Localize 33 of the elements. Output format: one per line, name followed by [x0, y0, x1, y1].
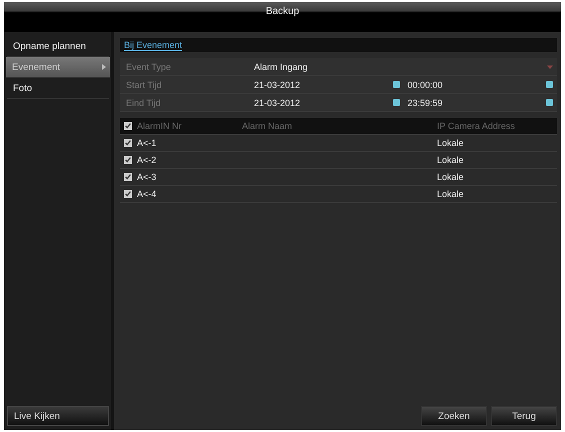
table-cell-text: A<-4 [137, 189, 158, 199]
event-type-dropdown[interactable]: Alarm Ingang [254, 62, 557, 72]
sidebar-item[interactable]: Foto [7, 78, 109, 99]
checkbox[interactable] [124, 122, 132, 130]
field-label: Event Type [125, 62, 172, 72]
dropdown-arrow-icon [547, 64, 553, 70]
date-field[interactable]: 21-03-2012 [254, 98, 404, 108]
checkbox[interactable] [124, 139, 132, 147]
checkbox[interactable] [124, 190, 132, 198]
date-field[interactable]: 21-03-2012 [254, 80, 404, 90]
sidebar-item[interactable]: Evenement [6, 57, 110, 78]
table-cell-text: Lokale [437, 138, 465, 148]
action-button[interactable]: Terug [491, 406, 557, 426]
checkbox[interactable] [124, 156, 132, 164]
field-label: Eind Tijd [125, 98, 162, 108]
live-view-button[interactable]: Live Kijken [7, 406, 109, 426]
action-button[interactable]: Zoeken [421, 406, 487, 426]
column-header: IP Camera Address [437, 120, 516, 132]
table-cell-text: A<-2 [137, 155, 158, 165]
window-title: Backup [266, 6, 300, 17]
column-header: Alarm Naam [242, 120, 294, 132]
tab[interactable]: Bij Evenement [124, 40, 182, 50]
time-field[interactable]: 23:59:59 [404, 98, 557, 108]
field-label: Start Tijd [125, 80, 163, 90]
column-header: AlarmIN Nr [137, 120, 182, 132]
table-cell-text: Lokale [437, 189, 465, 199]
caret-icon [102, 64, 106, 70]
table-cell-text: Lokale [437, 172, 465, 182]
checkbox[interactable] [124, 173, 132, 181]
table-cell-text: A<-1 [137, 138, 158, 148]
table-cell-text: Lokale [437, 155, 465, 165]
time-field[interactable]: 00:00:00 [404, 80, 557, 90]
table-cell-text: A<-3 [137, 172, 158, 182]
